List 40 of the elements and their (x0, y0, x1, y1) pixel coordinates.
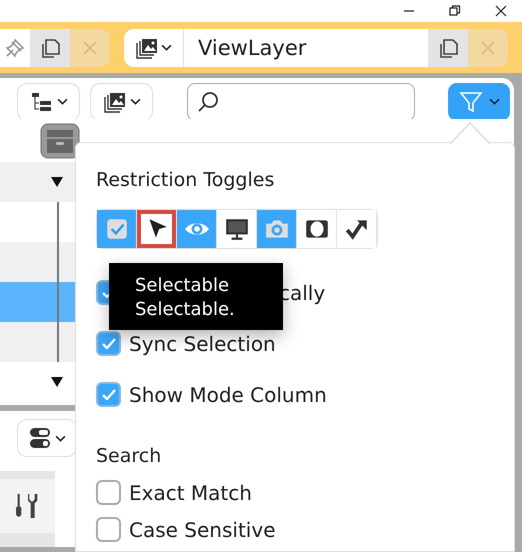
eye-toggle[interactable] (177, 210, 217, 248)
tooltip-text: Selectable (135, 274, 230, 298)
camera-toggle[interactable] (257, 210, 297, 248)
search-icon (196, 90, 220, 114)
option-label: Exact Match (129, 480, 252, 504)
checkbox[interactable] (96, 480, 121, 505)
view-layer-field[interactable]: ViewLayer (184, 28, 428, 66)
filter-icon (458, 90, 482, 114)
section-heading: Restriction Toggles (96, 168, 274, 193)
filter-type-dropdown[interactable] (90, 82, 153, 120)
caret-icon (55, 434, 66, 442)
expand-arrow-icon[interactable] (51, 376, 63, 388)
checkbox[interactable] (96, 517, 121, 542)
option-label: Sync Selection (129, 332, 276, 356)
copy-button[interactable] (30, 28, 70, 66)
restore-icon[interactable] (448, 4, 462, 18)
tooltip-text: Selectable. (135, 298, 236, 322)
expand-arrow-icon[interactable] (51, 176, 63, 188)
caret-icon (488, 98, 500, 105)
caret-icon (130, 98, 140, 105)
caret-icon (161, 44, 172, 51)
section-heading: Search (96, 445, 162, 467)
filter-button[interactable] (448, 82, 510, 120)
option-label: Case Sensitive (129, 518, 276, 542)
check-icon (102, 388, 116, 400)
checkbox-toggle[interactable] (97, 210, 137, 248)
collection-icon (40, 122, 80, 158)
close-icon[interactable] (494, 4, 508, 18)
display-mode-dropdown[interactable] (17, 82, 80, 120)
checkbox[interactable] (96, 331, 121, 356)
pin-icon[interactable] (3, 36, 27, 60)
toggle-switch-icon (28, 426, 52, 450)
tool-tab[interactable] (0, 479, 55, 533)
option-label: Show Mode Column (129, 382, 327, 406)
checkbox[interactable] (96, 382, 121, 407)
editor-type-dropdown[interactable] (17, 419, 77, 457)
check-icon (102, 338, 116, 350)
caret-icon (56, 98, 68, 105)
view-layer-dropdown[interactable] (124, 28, 184, 66)
copy-button[interactable] (428, 28, 468, 66)
